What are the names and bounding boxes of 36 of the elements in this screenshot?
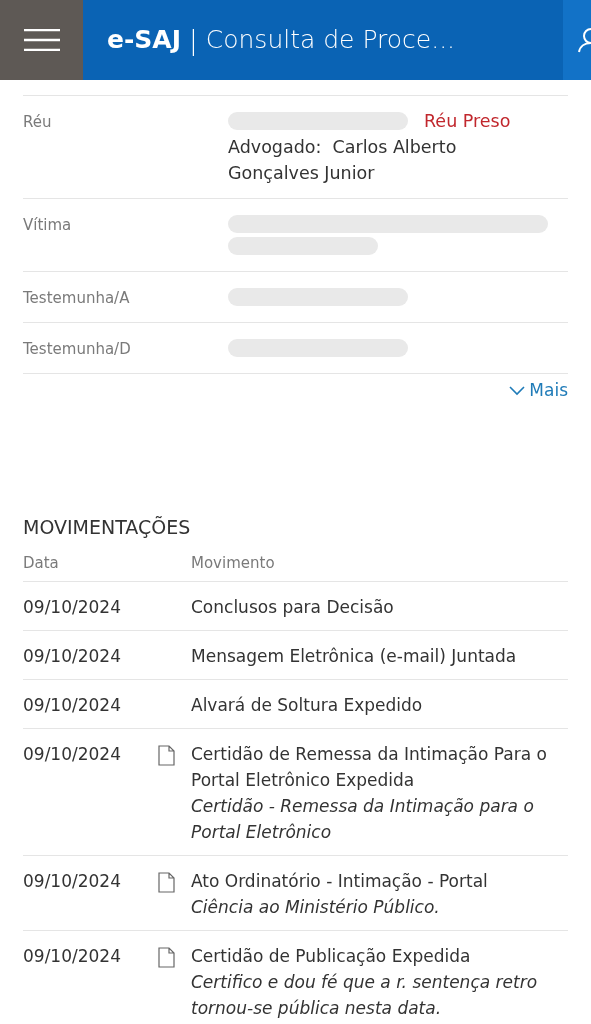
date-cell-text: 09/10/2024 xyxy=(23,595,122,619)
date-cell-text: 09/10/2024 xyxy=(23,693,122,717)
party-role: Vítima xyxy=(23,215,73,236)
movement-detail: Certidão - Remessa da Intimação para o Portal Eletrônico xyxy=(191,794,535,844)
movement-text: Certidão de Publicação Expedida xyxy=(191,944,472,968)
movement-text: Ato Ordinatório - Intimação - Portal xyxy=(191,869,489,893)
party-role: Testemunha/A xyxy=(23,288,131,309)
date-cell-text: 09/10/2024 xyxy=(23,944,122,968)
menu-icon xyxy=(22,29,61,51)
date-cell-text: 09/10/2024 xyxy=(23,869,122,893)
date-cell-text: 09/10/2024 xyxy=(23,644,122,668)
document-icon[interactable] xyxy=(158,745,175,767)
menu-button[interactable] xyxy=(0,0,83,80)
app-logo: e-SAJ xyxy=(107,24,181,57)
user-icon xyxy=(577,27,591,53)
column-header: Data xyxy=(23,553,60,575)
user-button[interactable] xyxy=(563,0,591,80)
document-icon[interactable] xyxy=(158,947,175,969)
movement-text: Certidão de Remessa da Intimação Para o Portal Eletrônico Expedida xyxy=(191,742,548,792)
lawyer-text: Advogado: Carlos Alberto Gonçalves Junior xyxy=(228,136,458,185)
date-cell-text: 09/10/2024 xyxy=(23,742,122,766)
movement-detail: Certifico e dou fé que a r. sentença retro tornou-se pública nesta data. xyxy=(191,970,539,1020)
page-title: Consulta de Proce... xyxy=(205,24,456,57)
document-icon[interactable] xyxy=(158,872,175,894)
more-link[interactable]: Mais xyxy=(509,378,568,404)
party-role: Réu xyxy=(23,112,53,133)
chevron-down-icon xyxy=(509,385,526,396)
party-role: Testemunha/D xyxy=(23,339,132,360)
column-header: Movimento xyxy=(191,553,275,575)
movement-text: Alvará de Soltura Expedido xyxy=(191,693,424,717)
section-heading: MOVIMENTAÇÕES xyxy=(23,515,192,539)
movement-detail: Ciência ao Ministério Público. xyxy=(191,895,441,919)
movement-text: Conclusos para Decisão xyxy=(191,595,395,619)
title-separator: | xyxy=(189,23,198,58)
status-label: Réu Preso xyxy=(424,110,511,133)
movement-text: Mensagem Eletrônica (e-mail) Juntada xyxy=(191,644,518,668)
